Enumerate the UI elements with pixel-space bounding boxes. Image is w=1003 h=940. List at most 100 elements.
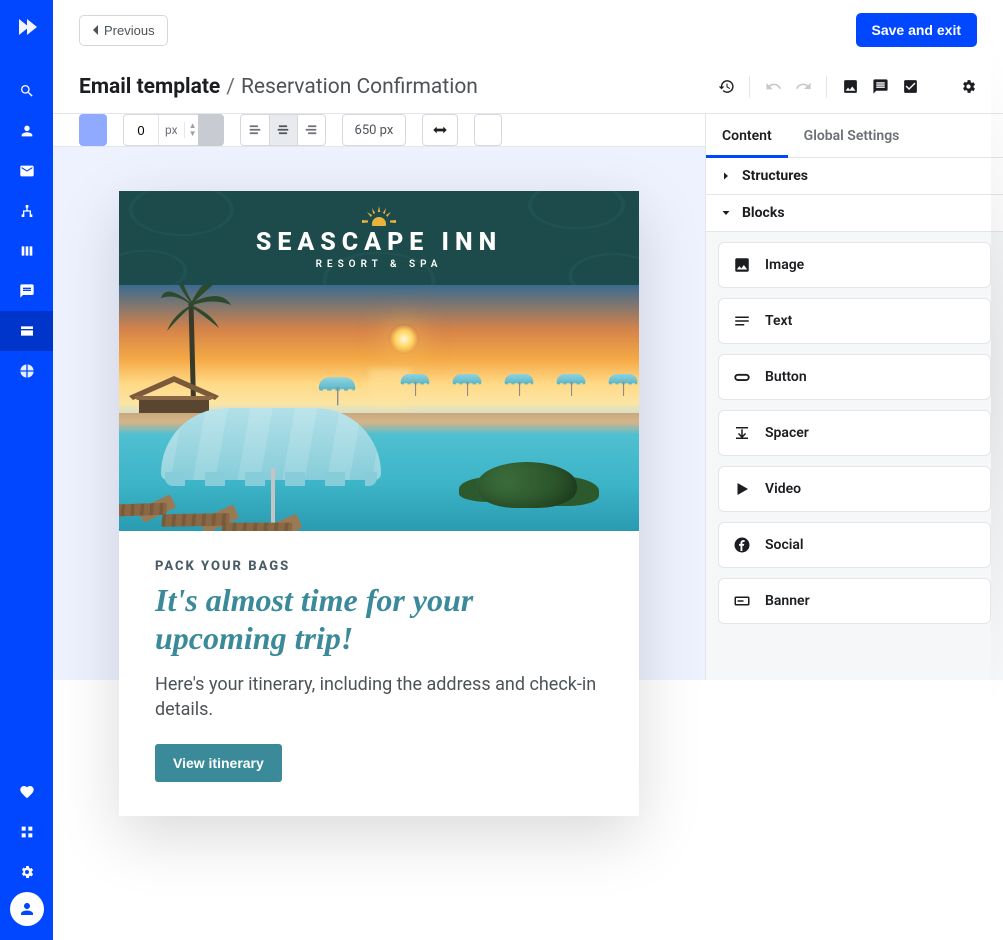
settings-button[interactable] xyxy=(959,78,977,96)
brand-logo[interactable] xyxy=(0,0,53,53)
padding-value[interactable] xyxy=(124,123,158,138)
comments-button[interactable] xyxy=(871,78,889,96)
section-title: Email template xyxy=(79,75,220,99)
align-center-button[interactable] xyxy=(269,115,297,145)
block-label: Spacer xyxy=(765,425,809,441)
hero-photo xyxy=(119,285,639,531)
responsive-toggle[interactable] xyxy=(422,114,458,146)
block-label: Social xyxy=(765,537,804,553)
mail-icon xyxy=(19,163,35,179)
blocks-label: Blocks xyxy=(742,205,785,221)
block-image[interactable]: Image xyxy=(718,242,991,288)
redo-icon xyxy=(795,78,812,95)
gear-icon xyxy=(19,864,35,880)
person-icon xyxy=(19,123,35,139)
gear-icon xyxy=(960,78,977,95)
block-video[interactable]: Video xyxy=(718,466,991,512)
image-icon xyxy=(842,78,859,95)
pie-chart-icon xyxy=(19,363,35,379)
align-right-button[interactable] xyxy=(297,115,325,145)
banner-icon xyxy=(733,592,751,610)
hero-section: SEASCAPE INN RESORT & SPA xyxy=(119,191,639,531)
comment-icon xyxy=(872,78,889,95)
nav-settings[interactable] xyxy=(0,852,53,892)
tab-global-settings[interactable]: Global Settings xyxy=(788,114,916,157)
person-icon xyxy=(18,900,36,918)
block-button[interactable]: Button xyxy=(718,354,991,400)
view-itinerary-button[interactable]: View itinerary xyxy=(155,744,282,782)
section-structures[interactable]: Structures xyxy=(706,158,1003,195)
body-text: Here's your itinerary, including the add… xyxy=(155,672,603,722)
block-spacer[interactable]: Spacer xyxy=(718,410,991,456)
nav-search[interactable] xyxy=(0,71,53,111)
search-icon xyxy=(19,83,35,99)
extra-option[interactable] xyxy=(474,114,502,146)
canvas-area: px ▲▼ 650 px xyxy=(53,114,705,680)
side-nav xyxy=(0,0,53,940)
width-display[interactable]: 650 px xyxy=(342,114,407,146)
save-and-exit-button[interactable]: Save and exit xyxy=(856,13,978,47)
chevron-down-icon xyxy=(720,207,732,219)
check-box-icon xyxy=(902,78,919,95)
workspace: px ▲▼ 650 px xyxy=(53,114,1003,680)
breadcrumb: Email template / Reservation Confirmatio… xyxy=(79,75,478,99)
window-icon xyxy=(19,323,35,339)
block-label: Button xyxy=(765,369,807,385)
previous-label: Previous xyxy=(104,23,155,38)
align-left-icon xyxy=(248,123,262,137)
padding-unit: px xyxy=(158,115,184,145)
email-body: PACK YOUR BAGS It's almost time for your… xyxy=(119,531,639,816)
checklist-button[interactable] xyxy=(901,78,919,96)
align-left-button[interactable] xyxy=(241,115,269,145)
block-banner[interactable]: Banner xyxy=(718,578,991,624)
social-icon xyxy=(733,536,751,554)
headline: It's almost time for your upcoming trip! xyxy=(155,582,603,658)
user-avatar[interactable] xyxy=(10,892,44,926)
block-text[interactable]: Text xyxy=(718,298,991,344)
image-settings-button[interactable] xyxy=(841,78,859,96)
brand-title: SEASCAPE INN xyxy=(256,228,502,257)
undo-icon xyxy=(765,78,782,95)
format-toolbar: px ▲▼ 650 px xyxy=(53,114,705,147)
caret-left-icon xyxy=(92,25,100,35)
nav-campaigns[interactable] xyxy=(0,151,53,191)
hierarchy-icon xyxy=(19,203,35,219)
previous-button[interactable]: Previous xyxy=(79,15,168,46)
tab-content[interactable]: Content xyxy=(706,114,788,157)
padding-input[interactable]: px ▲▼ xyxy=(123,114,202,146)
email-preview: SEASCAPE INN RESORT & SPA xyxy=(119,191,639,816)
history-icon xyxy=(718,78,735,95)
block-social[interactable]: Social xyxy=(718,522,991,568)
padding-sides-toggle[interactable] xyxy=(198,114,224,146)
align-group xyxy=(240,114,326,146)
structures-label: Structures xyxy=(742,168,808,184)
blocks-list: Image Text Button Spacer Video xyxy=(706,232,1003,680)
image-icon xyxy=(733,256,751,274)
breadcrumb-separator: / xyxy=(226,75,235,99)
brand-banner: SEASCAPE INN RESORT & SPA xyxy=(119,191,639,285)
nav-automations[interactable] xyxy=(0,191,53,231)
right-panel: Content Global Settings Structures Block… xyxy=(705,114,1003,680)
video-icon xyxy=(733,480,751,498)
sun-logo-icon xyxy=(361,206,397,226)
nav-deals[interactable] xyxy=(0,231,53,271)
undo-button[interactable] xyxy=(764,78,782,96)
background-color-swatch[interactable] xyxy=(79,114,107,146)
spacer-icon xyxy=(733,424,751,442)
canvas-scroll[interactable]: SEASCAPE INN RESORT & SPA xyxy=(53,147,705,816)
title-actions xyxy=(717,76,977,98)
nav-conversations[interactable] xyxy=(0,271,53,311)
history-button[interactable] xyxy=(717,78,735,96)
panel-tabs: Content Global Settings xyxy=(706,114,1003,158)
block-label: Image xyxy=(765,257,804,273)
nav-site[interactable] xyxy=(0,311,53,351)
nav-contacts[interactable] xyxy=(0,111,53,151)
text-icon xyxy=(733,312,751,330)
section-blocks[interactable]: Blocks xyxy=(706,195,1003,232)
nav-favorites[interactable] xyxy=(0,772,53,812)
arrows-horizontal-icon xyxy=(432,124,448,136)
redo-button[interactable] xyxy=(794,78,812,96)
nav-apps[interactable] xyxy=(0,812,53,852)
nav-reports[interactable] xyxy=(0,351,53,391)
brand-subtitle: RESORT & SPA xyxy=(316,259,443,270)
